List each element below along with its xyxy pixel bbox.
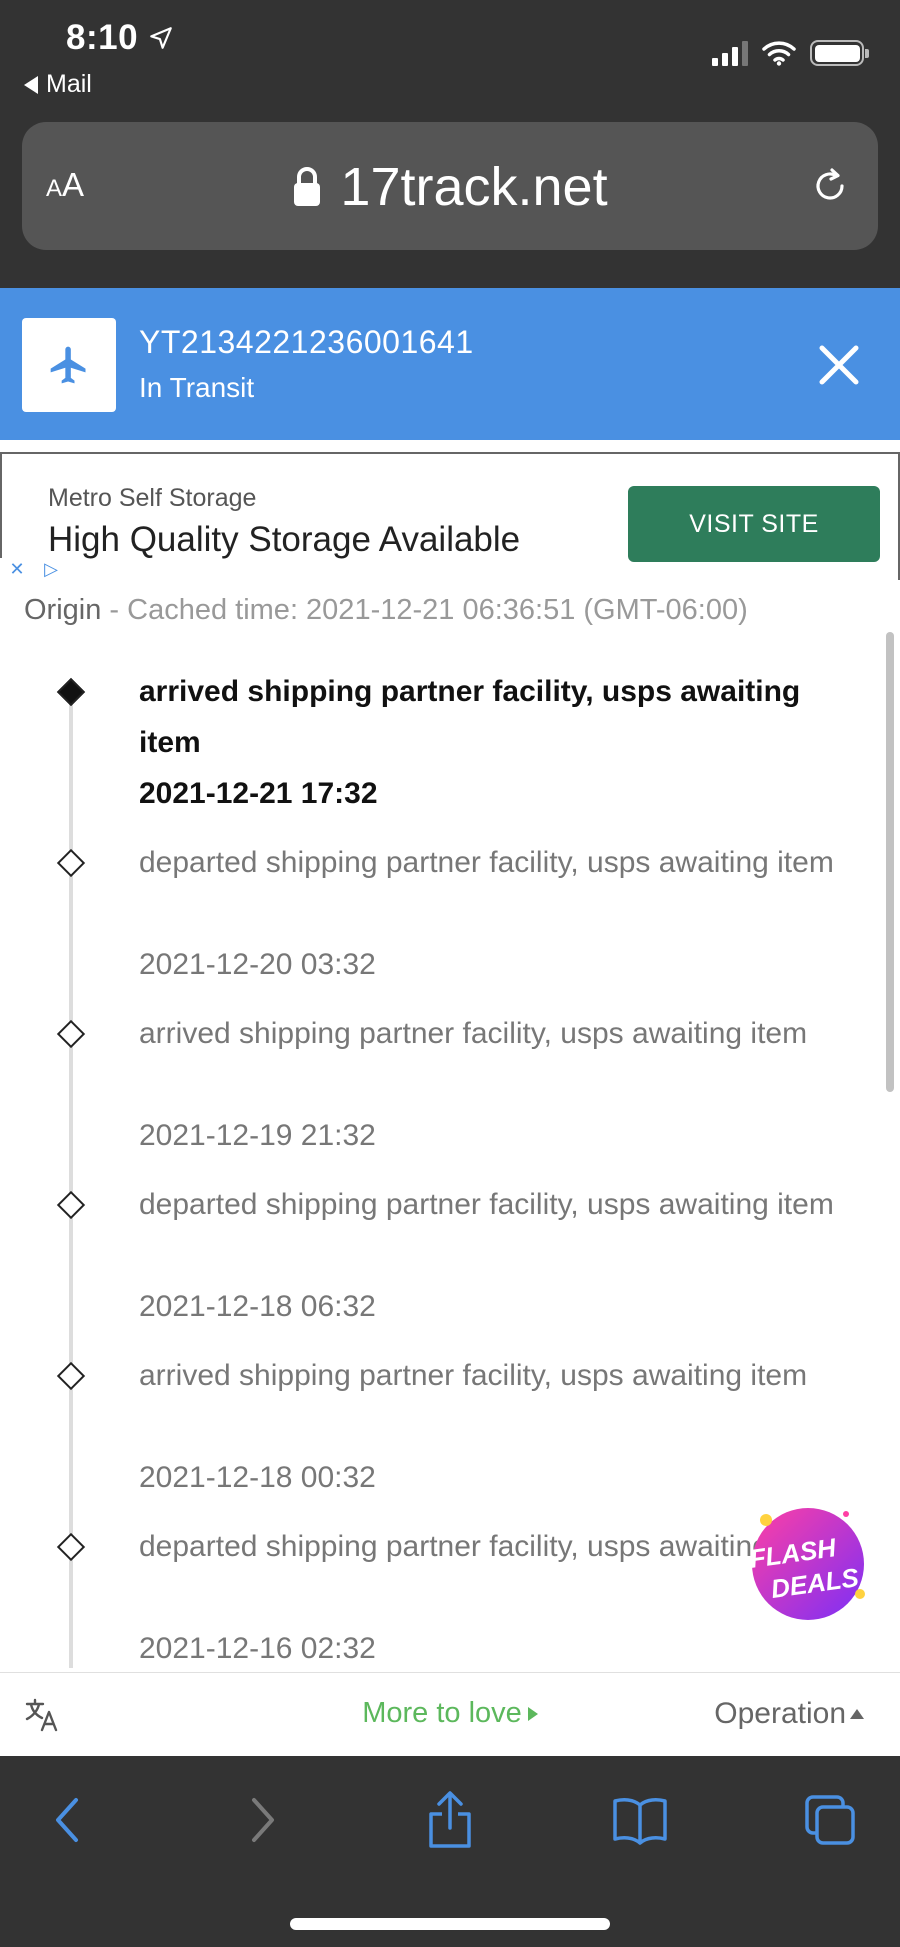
chevron-right-icon — [252, 1798, 274, 1842]
event-marker — [56, 1532, 86, 1562]
tracking-number: YT2134221236001641 — [139, 324, 474, 360]
location-arrow-icon — [150, 27, 172, 49]
browser-top-chrome: 8:10 Mail AA 17track.net — [0, 0, 900, 288]
event-description: departed shipping partner facility, usps… — [139, 1188, 834, 1221]
forward-button[interactable] — [232, 1790, 292, 1850]
cellular-signal-icon — [712, 40, 748, 66]
more-to-love-label: More to love — [362, 1697, 522, 1729]
book-icon — [613, 1798, 667, 1845]
origin-line: Origin - Cached time: 2021-12-21 06:36:5… — [24, 594, 748, 627]
event-description: arrived shipping partner facility, usps … — [139, 1359, 808, 1392]
tracking-status: In Transit — [139, 372, 255, 403]
bookmarks-button[interactable] — [610, 1790, 670, 1850]
airplane-icon — [50, 346, 86, 384]
share-icon — [429, 1791, 471, 1848]
close-icon[interactable] — [818, 344, 860, 386]
event-time: 2021-12-21 17:32 — [139, 777, 378, 810]
caret-up-icon — [850, 1709, 864, 1719]
ad-banner[interactable]: Metro Self Storage High Quality Storage … — [0, 452, 900, 580]
chevron-left-icon — [56, 1798, 78, 1842]
event-marker — [56, 1361, 86, 1391]
share-button[interactable] — [420, 1790, 480, 1850]
event-description: departed shipping partner facility, usps… — [139, 846, 834, 879]
home-indicator[interactable] — [290, 1918, 610, 1930]
ad-close-icon[interactable]: ✕ — [0, 558, 34, 580]
back-button[interactable] — [38, 1790, 98, 1850]
event-time: 2021-12-16 02:32 — [139, 1632, 376, 1665]
event-time: 2021-12-19 21:32 — [139, 1119, 376, 1152]
address-bar[interactable]: AA 17track.net — [22, 122, 878, 250]
event-marker — [56, 1019, 86, 1049]
back-triangle-icon — [24, 75, 38, 94]
event-marker — [56, 1190, 86, 1220]
flash-deals-button[interactable]: FLASH DEALS — [736, 1504, 874, 1628]
ad-advertiser: Metro Self Storage — [48, 484, 257, 512]
operation-label: Operation — [714, 1697, 846, 1730]
reload-icon[interactable] — [810, 166, 850, 206]
cached-time: Cached time: 2021-12-21 06:36:51 (GMT-06… — [127, 594, 748, 626]
event-description: arrived shipping partner facility, usps … — [139, 675, 801, 759]
tabs-button[interactable] — [800, 1790, 860, 1850]
play-arrow-icon — [527, 1707, 538, 1722]
battery-icon — [810, 40, 869, 66]
event-time: 2021-12-18 06:32 — [139, 1290, 376, 1323]
back-app-label: Mail — [46, 70, 92, 98]
event-time: 2021-12-18 00:32 — [139, 1461, 376, 1494]
tabs-icon — [805, 1795, 855, 1845]
origin-label: Origin — [24, 594, 102, 626]
url-display[interactable]: 17track.net — [22, 156, 878, 218]
event-time: 2021-12-20 03:32 — [139, 948, 376, 981]
safari-toolbar — [0, 1756, 900, 1947]
clock-text: 8:10 — [66, 18, 139, 57]
adchoices-icon[interactable]: ▷ — [34, 558, 68, 580]
url-text: 17track.net — [340, 157, 608, 217]
status-indicators — [712, 40, 869, 66]
event-description: arrived shipping partner facility, usps … — [139, 1017, 808, 1050]
status-time: 8:10 — [66, 18, 174, 58]
lock-icon — [294, 167, 321, 206]
ad-headline: High Quality Storage Available — [48, 520, 521, 559]
carrier-icon-box — [22, 318, 116, 412]
operation-menu-button[interactable]: Operation — [714, 1697, 864, 1731]
visit-site-button[interactable]: VISIT SITE — [628, 486, 880, 562]
page-scrollbar[interactable] — [886, 632, 894, 1092]
tracking-header: YT2134221236001641 In Transit — [0, 288, 900, 440]
timeline-line — [69, 686, 73, 1668]
origin-separator: - — [101, 594, 128, 626]
adchoices[interactable]: ✕ ▷ — [0, 558, 68, 580]
wifi-icon — [762, 41, 796, 66]
event-marker-filled — [56, 677, 86, 707]
page-footer-bar: More to love Operation — [0, 1672, 900, 1756]
back-to-mail-link[interactable]: Mail — [24, 70, 92, 99]
event-marker — [56, 848, 86, 878]
